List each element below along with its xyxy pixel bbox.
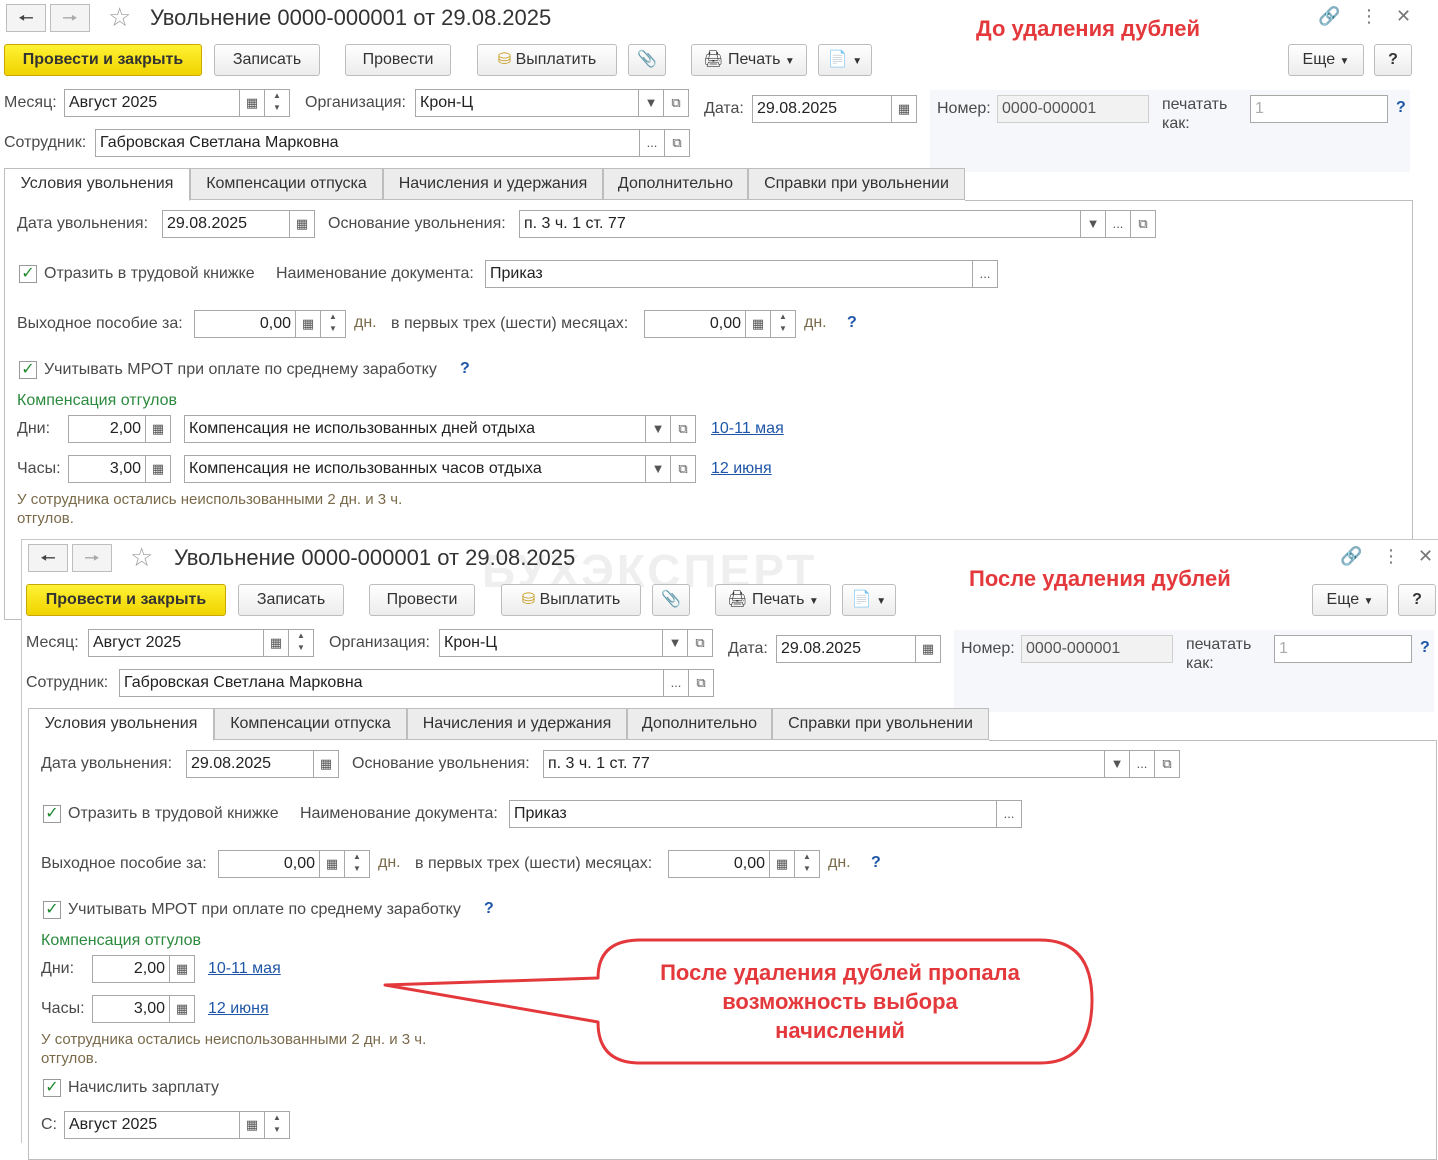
callout-line-3: начислений: [775, 1018, 905, 1043]
callout-line-2: возможность выбора: [722, 989, 958, 1014]
callout-line-1: После удаления дублей пропала: [660, 960, 1020, 985]
callout-text: После удаления дублей пропала возможност…: [600, 958, 1080, 1045]
